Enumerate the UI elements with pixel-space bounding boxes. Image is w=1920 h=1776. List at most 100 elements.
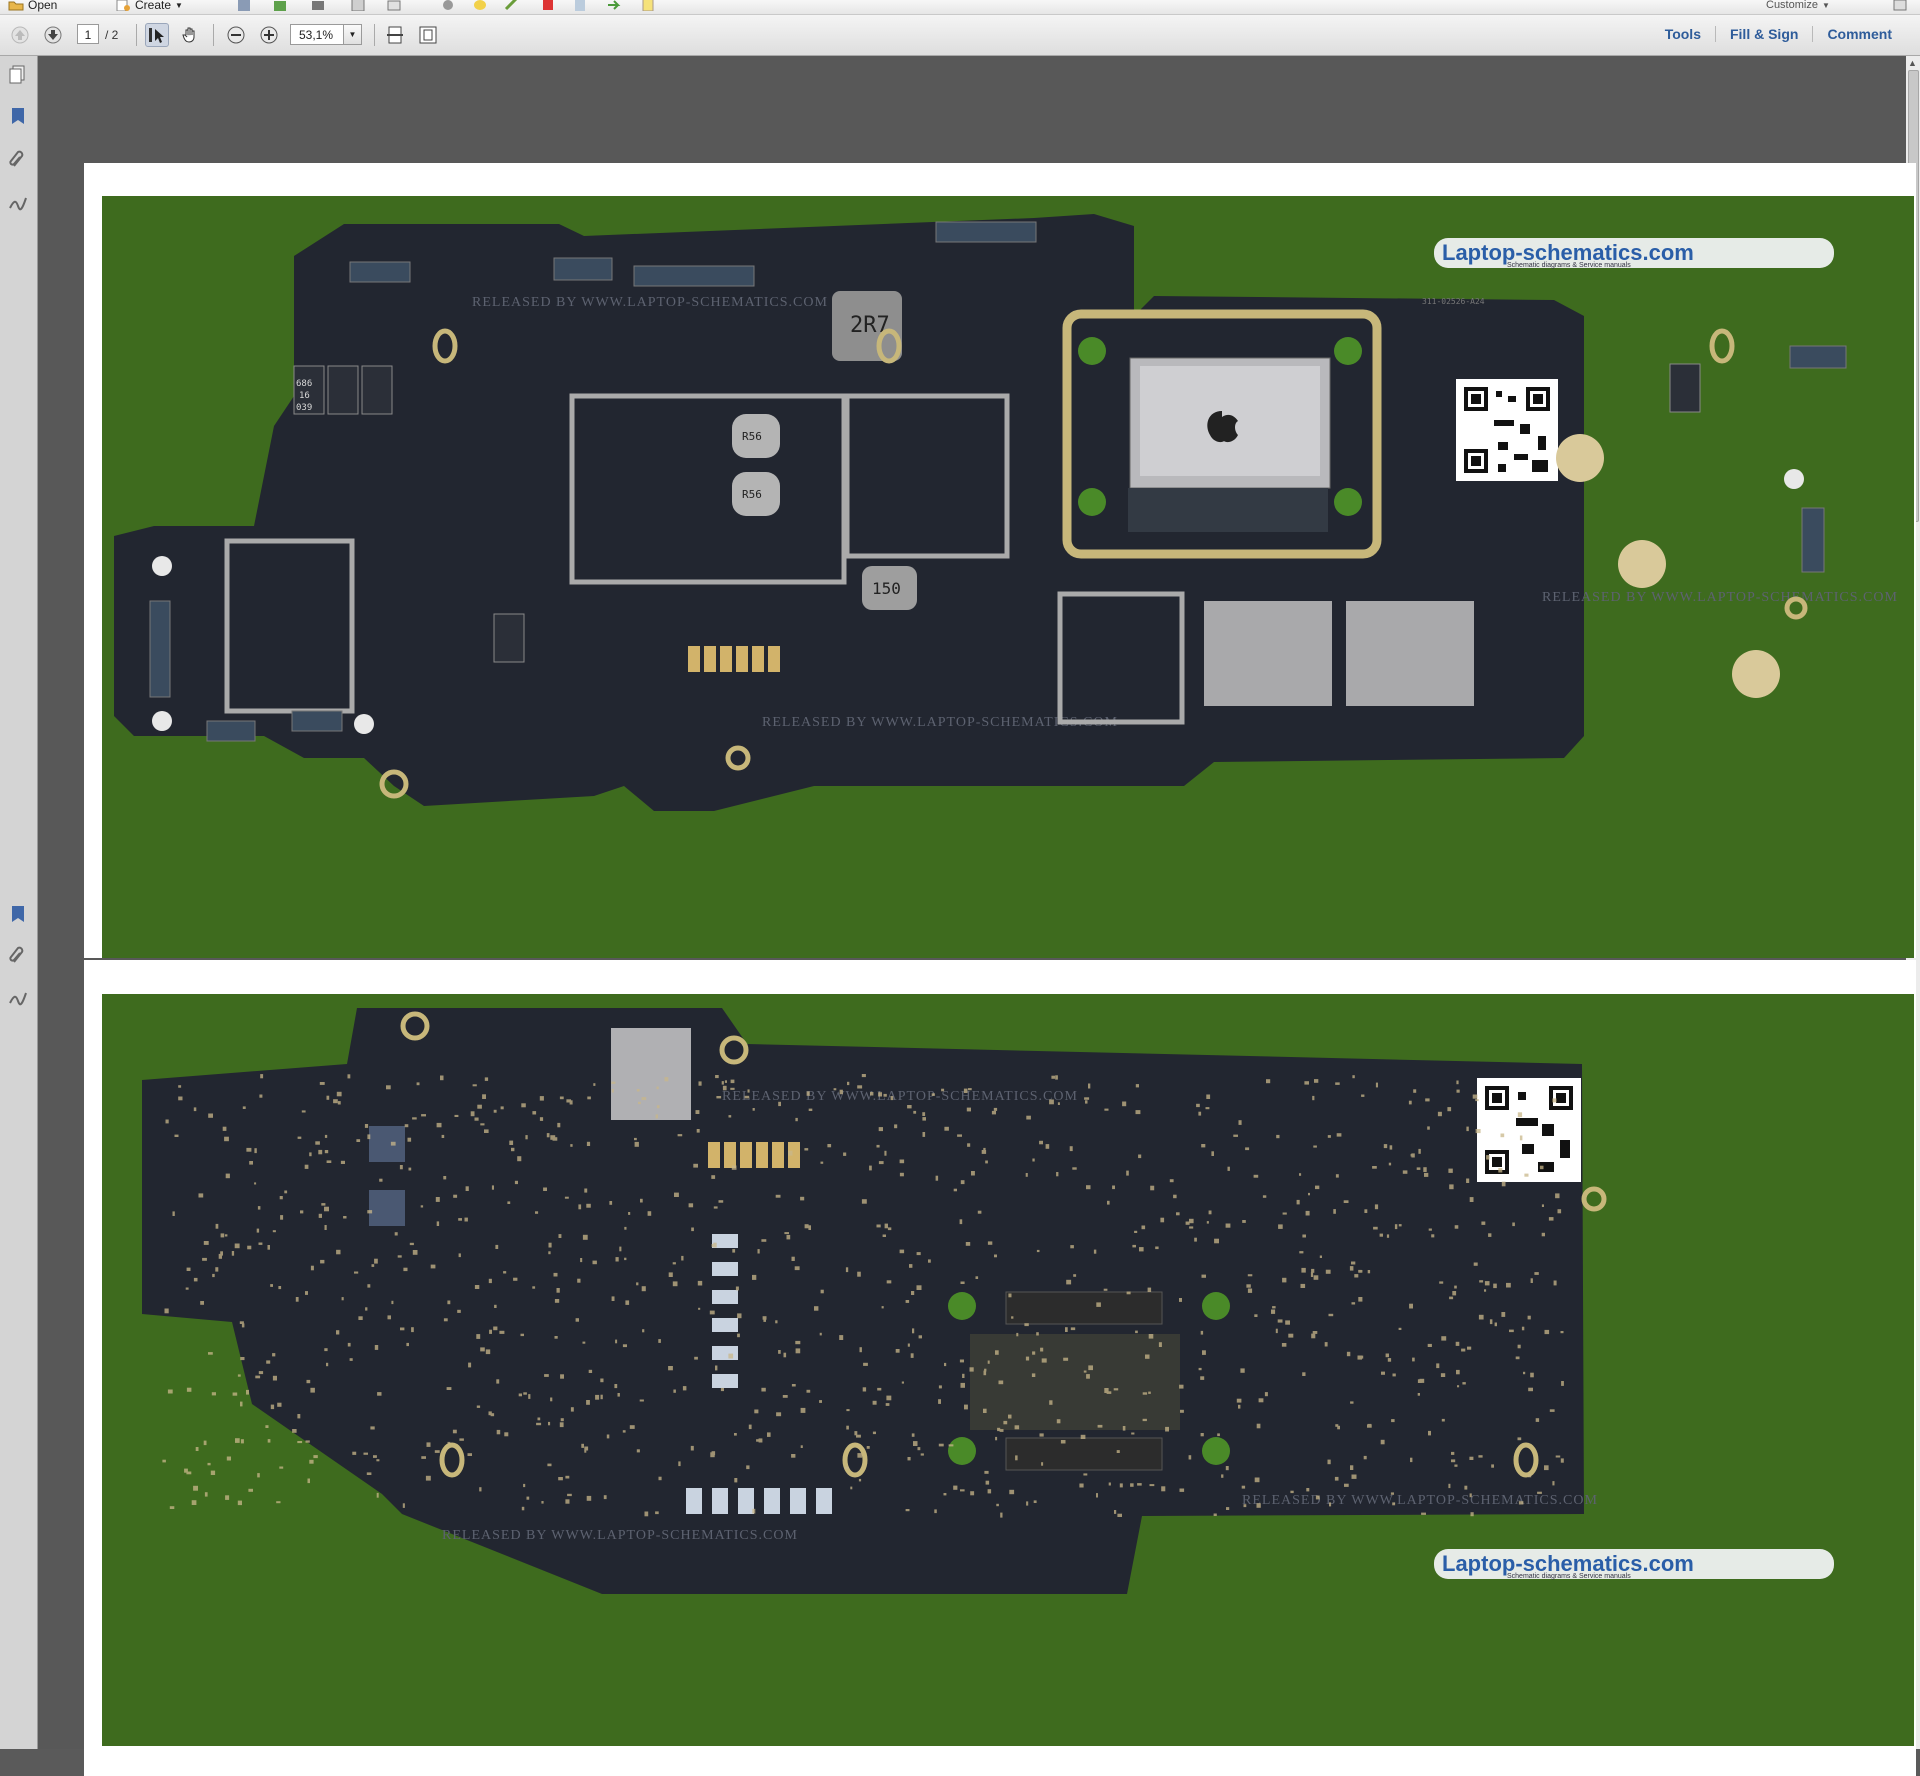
sign-icon[interactable]: [504, 0, 520, 11]
smd-component: [1484, 1281, 1490, 1286]
smd-component: [1523, 1371, 1526, 1375]
fill-sign-link[interactable]: Fill & Sign: [1714, 26, 1812, 42]
zoom-in-button[interactable]: [257, 23, 281, 47]
smd-component: [242, 1106, 246, 1109]
smd-component: [967, 1143, 971, 1147]
smd-component: [435, 1197, 440, 1202]
smd-component: [1452, 1291, 1457, 1296]
edit-icon[interactable]: [350, 0, 366, 11]
attachments-icon[interactable]: [8, 150, 28, 170]
tools-link[interactable]: Tools: [1651, 26, 1715, 42]
smd-component: [1519, 1135, 1523, 1141]
comment-icon[interactable]: [472, 0, 488, 11]
smd-component: [1475, 1099, 1479, 1102]
smd-component: [1033, 1500, 1037, 1503]
smd-component: [1448, 1483, 1451, 1489]
smd-component: [587, 1096, 591, 1100]
smd-component: [713, 1206, 718, 1209]
smd-component: [839, 1089, 843, 1095]
smd-component: [1456, 1080, 1459, 1085]
smd-component: [1272, 1306, 1276, 1309]
select-tool-button[interactable]: [145, 23, 169, 47]
smd-component: [1481, 1221, 1486, 1225]
smd-component: [425, 1475, 431, 1481]
smd-component: [1350, 1401, 1354, 1404]
signatures-icon[interactable]: [8, 988, 28, 1008]
open-button[interactable]: Open: [8, 0, 57, 14]
smd-component: [373, 1455, 377, 1458]
open-label: Open: [28, 0, 58, 12]
signatures-icon[interactable]: [8, 193, 28, 213]
smd-component: [833, 1088, 837, 1091]
smd-component: [1449, 1296, 1454, 1300]
hand-tool-icon: [182, 27, 195, 43]
pages-panel-icon[interactable]: [8, 64, 28, 84]
bookmarks-icon[interactable]: [8, 904, 28, 924]
create-button[interactable]: Create ▼: [115, 0, 183, 14]
smd-component: [313, 1455, 318, 1459]
comment-link[interactable]: Comment: [1812, 26, 1906, 42]
smd-component: [1541, 1204, 1544, 1207]
document-icon[interactable]: [572, 0, 588, 11]
attachments-icon[interactable]: [8, 946, 28, 966]
smd-component: [752, 1274, 757, 1280]
smd-component: [1141, 1225, 1146, 1230]
smd-component: [674, 1192, 679, 1197]
hand-tool-button[interactable]: [178, 23, 202, 47]
smd-component: [532, 1286, 536, 1289]
smd-component: [966, 1107, 971, 1112]
smd-component: [878, 1092, 882, 1097]
customize-button[interactable]: Customize ▼: [1766, 0, 1830, 14]
smd-component: [1246, 1284, 1251, 1288]
zoom-select[interactable]: 53,1% ▼: [290, 24, 362, 45]
next-page-button[interactable]: [41, 23, 65, 47]
smd-component: [278, 1286, 282, 1290]
zoom-out-button[interactable]: [224, 23, 248, 47]
upload-icon[interactable]: [272, 0, 288, 11]
print-icon[interactable]: [310, 0, 326, 11]
page-number-input[interactable]: 1: [77, 24, 99, 44]
smd-component: [1552, 1481, 1555, 1486]
smd-component: [1189, 1226, 1194, 1229]
scroll-up-icon[interactable]: ▲: [1908, 58, 1917, 68]
smd-component: [391, 1300, 394, 1305]
smd-component: [957, 1134, 962, 1137]
smd-component: [1198, 1367, 1202, 1371]
smd-component: [1418, 1148, 1421, 1154]
bookmarks-icon[interactable]: [8, 106, 28, 126]
smd-component: [495, 1244, 499, 1249]
save-icon[interactable]: [236, 0, 252, 11]
smd-component: [564, 1196, 569, 1199]
smd-component: [917, 1447, 921, 1451]
smd-component: [1408, 1100, 1412, 1105]
smd-component: [1374, 1204, 1379, 1210]
email-icon[interactable]: [386, 0, 402, 11]
prev-page-button[interactable]: [8, 23, 32, 47]
smd-component: [318, 1213, 322, 1218]
smd-component: [231, 1251, 235, 1256]
smd-component: [1060, 1440, 1066, 1444]
smd-component: [1179, 1384, 1184, 1389]
smd-component: [1296, 1199, 1300, 1205]
smd-component: [404, 1124, 409, 1128]
smd-component: [224, 1234, 228, 1237]
smd-component: [658, 1476, 662, 1481]
fit-page-button[interactable]: [416, 23, 440, 47]
smd-component: [266, 1360, 271, 1364]
window-icon[interactable]: [1892, 0, 1908, 11]
delete-icon[interactable]: [540, 0, 556, 11]
smd-component: [844, 1466, 849, 1470]
chevron-down-icon[interactable]: ▼: [343, 25, 361, 44]
smd-component: [641, 1286, 646, 1292]
settings-icon[interactable]: [440, 0, 456, 11]
note-icon[interactable]: [640, 0, 656, 11]
fit-width-button[interactable]: [383, 23, 407, 47]
smd-component: [1549, 1409, 1555, 1412]
smd-component: [225, 1495, 230, 1500]
export-icon[interactable]: [606, 0, 622, 11]
smd-component: [1385, 1353, 1389, 1358]
smd-component: [1198, 1111, 1202, 1116]
document-viewport[interactable]: RELEASED BY WWW.LAPTOP-SCHEMATICS.COM RE…: [38, 56, 1916, 1776]
smd-component: [267, 1245, 270, 1250]
smd-component: [1049, 1400, 1053, 1405]
